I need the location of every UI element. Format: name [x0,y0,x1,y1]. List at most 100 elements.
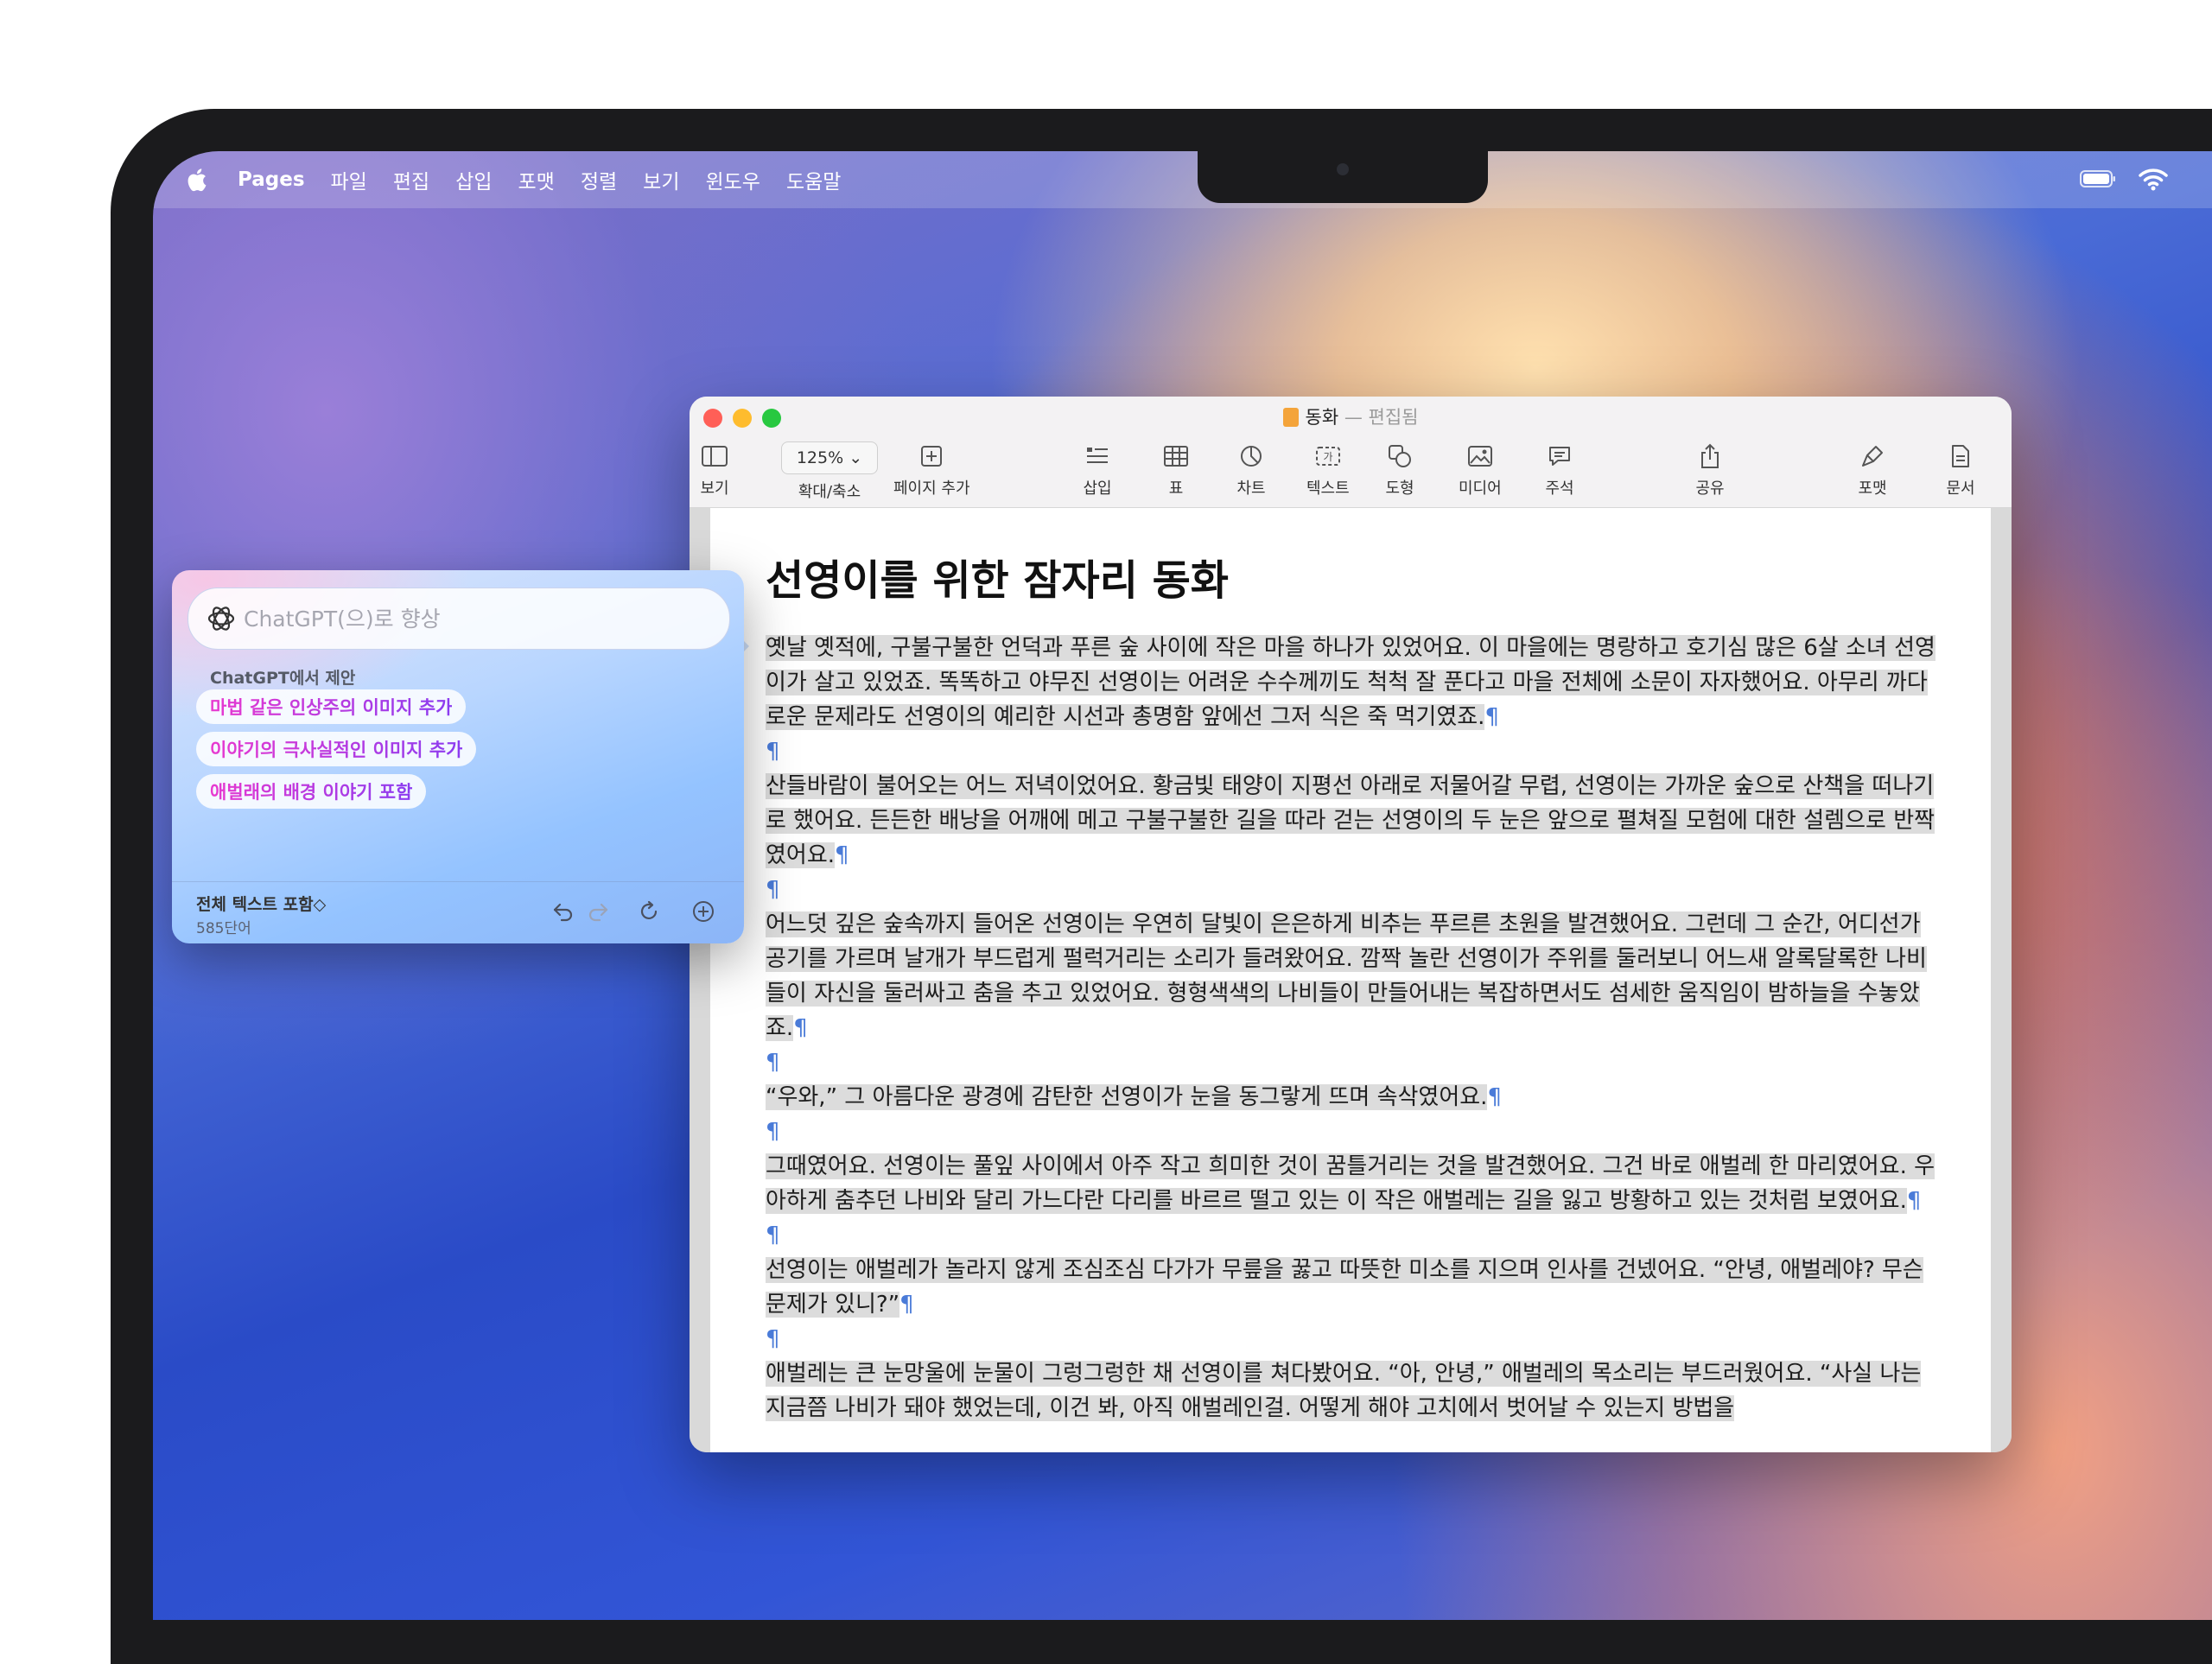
empty-paragraph[interactable]: ¶ [766,1322,1941,1356]
toolbar-zoom-button[interactable]: 125% ⌄ 확대/축소 [781,441,878,502]
paragraph-text: 어느덧 깊은 숲속까지 들어온 선영이는 우연히 달빛이 은은하게 비추는 푸르… [766,911,1927,1041]
suggestion-chip-impressionist[interactable]: 마법 같은 인상주의 이미지 추가 [196,689,467,724]
menu-arrange[interactable]: 정렬 [581,165,617,194]
battery-icon[interactable] [2080,170,2116,187]
paragraph-text: “우와,” 그 아름다운 광경에 감탄한 선영이가 눈을 동그랗게 뜨며 속삭였… [766,1084,1488,1110]
pilcrow-mark: ¶ [1487,1084,1502,1110]
menu-view[interactable]: 보기 [643,165,679,194]
redo-button[interactable] [583,897,613,926]
titlebar: 동화 — 편집됨 보기 125% ⌄ 확대/축소 페이지 추가 삽입 표 차트 … [690,397,2012,508]
plus-circle-icon [693,901,714,922]
camera-notch [1198,151,1488,203]
paragraph[interactable]: 어느덧 깊은 숲속까지 들어온 선영이는 우연히 달빛이 은은하게 비추는 푸르… [766,907,1941,1045]
empty-paragraph[interactable]: ¶ [766,1115,1941,1149]
document-name: 동화 [1305,407,1339,428]
pilcrow-mark: ¶ [766,1326,780,1352]
suggestion-text: 마법 같은 인상주의 이미지 추가 [210,694,452,720]
menu-window[interactable]: 윈도우 [705,165,760,194]
toolbar-document-label: 문서 [1946,480,1975,498]
paragraph-text: 애벌레는 큰 눈망울에 눈물이 그렁그렁한 채 선영이를 쳐다봤어요. “아, … [766,1361,1922,1421]
toolbar-chart-button[interactable]: 차트 [1236,441,1266,499]
empty-paragraph[interactable]: ¶ [766,1045,1941,1080]
toolbar-table-button[interactable]: 표 [1161,441,1191,499]
toolbar-shape-button[interactable]: 도형 [1385,441,1414,499]
toolbar-comment-button[interactable]: 주석 [1545,441,1574,499]
insert-list-icon [1087,448,1108,463]
menu-file[interactable]: 파일 [331,165,367,194]
undo-button[interactable] [549,897,578,926]
pilcrow-mark: ¶ [766,1050,780,1076]
menu-edit[interactable]: 편집 [393,165,429,194]
toolbar-view-label: 보기 [700,480,729,498]
toolbar-share-button[interactable]: 공유 [1695,441,1725,499]
pilcrow-mark: ¶ [766,877,780,903]
svg-text:가: 가 [1323,451,1332,463]
suggestion-text: 이야기의 극사실적인 이미지 추가 [210,736,462,762]
apple-icon[interactable] [184,167,208,193]
toolbar-insert-button[interactable]: 삽입 [1083,441,1112,499]
chatgpt-prompt-bar[interactable] [188,587,730,650]
document-heading[interactable]: 선영이를 위한 잠자리 동화 [766,546,1229,607]
paragraph[interactable]: 그때였어요. 선영이는 풀잎 사이에서 아주 작고 희미한 것이 꿈틀거리는 것… [766,1149,1941,1218]
edit-status: 편집됨 [1368,407,1419,428]
include-full-text-toggle[interactable]: 전체 텍스트 포함◇ [196,892,326,915]
undo-icon [553,903,573,922]
pilcrow-mark: ¶ [835,842,849,868]
paragraph[interactable]: 선영이는 애벌레가 놀라지 않게 조심조심 다가가 무릎을 꿇고 따뜻한 미소를… [766,1253,1941,1322]
panel-divider [172,881,744,882]
pilcrow-mark: ¶ [766,1119,780,1145]
camera-icon [1337,163,1349,175]
toolbar-document-button[interactable]: 문서 [1946,441,1975,499]
suggestion-chip-hyperrealistic[interactable]: 이야기의 극사실적인 이미지 추가 [196,732,477,766]
paragraph[interactable]: 옛날 옛적에, 구불구불한 언덕과 푸른 숲 사이에 작은 마을 하나가 있었어… [766,631,1941,734]
empty-paragraph[interactable]: ¶ [766,873,1941,907]
pilcrow-mark: ¶ [1484,704,1499,730]
paragraph-text: 그때였어요. 선영이는 풀잎 사이에서 아주 작고 희미한 것이 꿈틀거리는 것… [766,1153,1936,1214]
toolbar-format-button[interactable]: 포맷 [1858,441,1887,499]
zoom-select[interactable]: 125% ⌄ [781,441,878,474]
pilcrow-mark: ¶ [766,739,780,765]
empty-paragraph[interactable]: ¶ [766,1218,1941,1253]
share-icon [1701,443,1719,468]
paragraph[interactable]: 애벌레는 큰 눈망울에 눈물이 그렁그렁한 채 선영이를 쳐다봤어요. “아, … [766,1356,1941,1426]
word-count: 585단어 [196,920,251,937]
toolbar-share-label: 공유 [1695,480,1725,498]
toolbar-comment-label: 주석 [1545,480,1574,498]
title-separator: — [1344,407,1363,428]
wifi-icon[interactable] [2138,167,2169,191]
paragraph-text: 선영이는 애벌레가 놀라지 않게 조심조심 다가가 무릎을 꿇고 따뜻한 미소를… [766,1257,1923,1318]
add-button[interactable] [689,897,718,926]
redo-icon [588,903,608,922]
suggestions-label: ChatGPT에서 제안 [210,669,356,688]
toolbar-text-button[interactable]: 가 텍스트 [1306,441,1350,499]
paragraph-text: 옛날 옛적에, 구불구불한 언덕과 푸른 숲 사이에 작은 마을 하나가 있었어… [766,635,1936,730]
pages-doc-icon [1282,408,1299,427]
canvas-area: 선영이를 위한 잠자리 동화 옛날 옛적에, 구불구불한 언덕과 푸른 숲 사이… [690,508,2012,1452]
pilcrow-mark: ¶ [899,1292,914,1318]
document-body[interactable]: 옛날 옛적에, 구불구불한 언덕과 푸른 숲 사이에 작은 마을 하나가 있었어… [766,631,1941,1426]
menu-insert[interactable]: 삽입 [455,165,492,194]
toolbar-media-button[interactable]: 미디어 [1459,441,1502,499]
paragraph[interactable]: 산들바람이 불어오는 어느 저녁이었어요. 황금빛 태양이 지평선 아래로 저물… [766,769,1941,873]
empty-paragraph[interactable]: ¶ [766,734,1941,769]
paintbrush-icon [1862,446,1883,467]
shape-icon [1389,445,1411,467]
table-icon [1164,446,1188,467]
toolbar-add-page-button[interactable]: 페이지 추가 [893,441,970,499]
chatgpt-prompt-input[interactable] [242,605,695,632]
text-box-icon: 가 [1315,447,1340,466]
menu-help[interactable]: 도움말 [786,165,841,194]
toolbar-view-button[interactable]: 보기 [700,441,729,499]
add-page-icon [921,446,943,467]
pilcrow-mark: ¶ [766,1223,780,1248]
suggestion-chip-backstory[interactable]: 애벌래의 배경 이야기 포함 [196,774,427,809]
window-title: 동화 — 편집됨 [690,403,2012,429]
regenerate-button[interactable] [634,897,664,926]
menu-format[interactable]: 포맷 [518,165,555,194]
toolbar-media-label: 미디어 [1459,480,1502,498]
pages-window: 동화 — 편집됨 보기 125% ⌄ 확대/축소 페이지 추가 삽입 표 차트 … [690,397,2012,1452]
menu-app-pages[interactable]: Pages [238,168,305,191]
document-page[interactable]: 선영이를 위한 잠자리 동화 옛날 옛적에, 구불구불한 언덕과 푸른 숲 사이… [710,508,1991,1452]
paragraph[interactable]: “우와,” 그 아름다운 광경에 감탄한 선영이가 눈을 동그랗게 뜨며 속삭였… [766,1080,1941,1115]
paragraph-text: 산들바람이 불어오는 어느 저녁이었어요. 황금빛 태양이 지평선 아래로 저물… [766,773,1936,868]
